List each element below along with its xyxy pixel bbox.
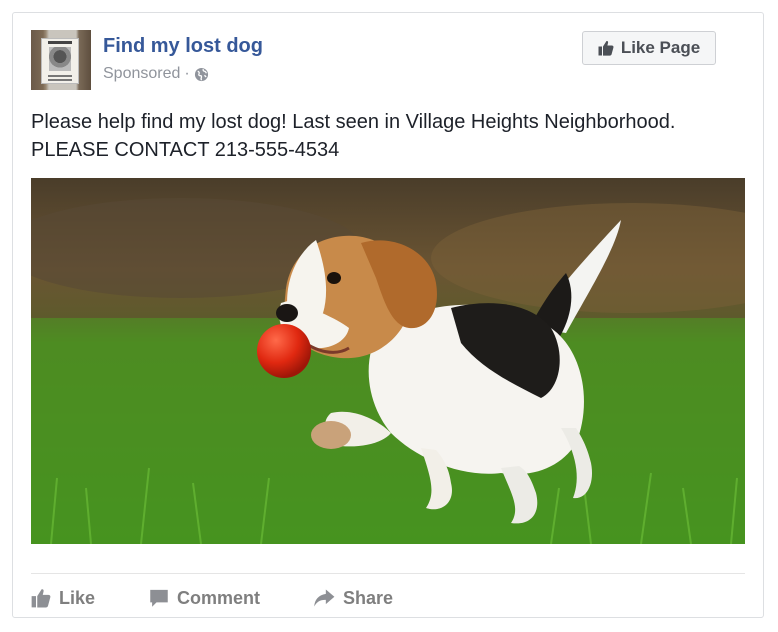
comment-action-button[interactable]: Comment xyxy=(149,588,313,609)
thumbs-up-icon xyxy=(598,40,614,56)
sponsored-label[interactable]: Sponsored xyxy=(103,65,180,83)
thumbs-up-icon xyxy=(31,589,51,608)
beagle-puppy-photo xyxy=(31,178,745,544)
post-meta: Sponsored · xyxy=(103,65,209,83)
share-label: Share xyxy=(343,587,394,608)
like-page-button[interactable]: Like Page xyxy=(582,31,716,65)
like-page-label: Like Page xyxy=(620,38,701,57)
share-action-button[interactable]: Share xyxy=(313,588,393,609)
page-name-link[interactable]: Find my lost dog xyxy=(103,35,263,58)
post-actions-bar: Like Comment Share xyxy=(31,585,393,611)
post-body-text: Please help find my lost dog! Last seen … xyxy=(31,108,751,164)
comment-icon xyxy=(150,589,168,607)
actions-divider xyxy=(31,573,745,574)
meta-separator: · xyxy=(184,65,190,82)
post-text-line-1: Please help find my lost dog! Last seen … xyxy=(31,111,676,133)
lost-dog-poster-image xyxy=(41,38,79,84)
like-action-button[interactable]: Like xyxy=(31,588,149,609)
globe-icon[interactable] xyxy=(194,67,209,82)
share-arrow-icon xyxy=(314,589,335,607)
page-avatar[interactable] xyxy=(31,30,91,90)
comment-label: Comment xyxy=(177,587,261,608)
sponsored-post-card: Find my lost dog Sponsored · Like Page P… xyxy=(12,12,764,618)
like-label: Like xyxy=(59,587,96,608)
post-text-line-2: PLEASE CONTACT 213-555-4534 xyxy=(31,139,340,161)
post-photo[interactable] xyxy=(31,178,745,544)
